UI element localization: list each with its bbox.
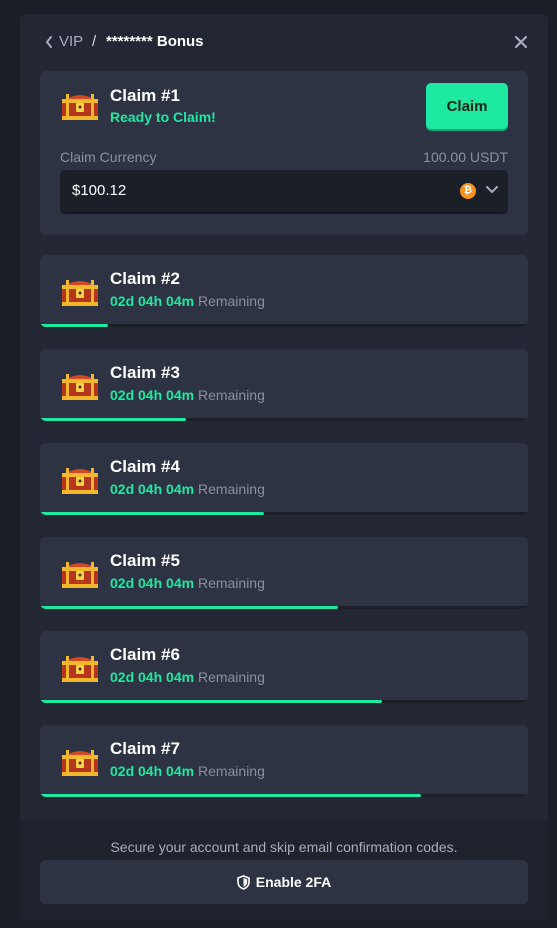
- claim-card: Claim #4 02d 04h 04m Remaining: [40, 443, 528, 515]
- enable-2fa-label: Enable 2FA: [255, 874, 332, 890]
- treasure-chest-icon: [60, 744, 100, 778]
- treasure-chest-icon: [60, 556, 100, 590]
- countdown-time: 02d 04h 04m: [110, 763, 195, 779]
- claim-countdown: 02d 04h 04m Remaining: [110, 669, 265, 685]
- claim-progress-fill: [40, 794, 421, 797]
- claim-title: Claim #1: [110, 86, 180, 105]
- treasure-chest-icon: [60, 88, 100, 122]
- countdown-remaining-label: Remaining: [197, 293, 265, 309]
- claim-title: Claim #2: [110, 269, 180, 288]
- claim-countdown: 02d 04h 04m Remaining: [110, 481, 265, 497]
- claim-progress-fill: [40, 512, 265, 515]
- treasure-chest-icon: [60, 650, 100, 684]
- claim-card: Claim #5 02d 04h 04m Remaining: [40, 537, 528, 609]
- treasure-chest-icon: [60, 274, 100, 308]
- countdown-time: 02d 04h 04m: [110, 575, 195, 591]
- claim-progress-fill: [40, 700, 382, 703]
- claim-currency-label: Claim Currency: [60, 149, 157, 165]
- chevron-left-icon[interactable]: [44, 35, 54, 49]
- claim-progress-track: [40, 418, 528, 421]
- claim-progress-fill: [40, 324, 109, 327]
- claim-progress-track: [40, 512, 528, 515]
- countdown-remaining-label: Remaining: [197, 763, 265, 779]
- claim-countdown: 02d 04h 04m Remaining: [110, 575, 265, 591]
- countdown-time: 02d 04h 04m: [110, 669, 195, 685]
- currency-value: $100.12: [72, 182, 127, 199]
- claim-card: Claim #2 02d 04h 04m Remaining: [40, 255, 528, 327]
- claim-countdown: 02d 04h 04m Remaining: [110, 387, 265, 403]
- claim-progress-fill: [40, 418, 187, 421]
- countdown-remaining-label: Remaining: [197, 669, 265, 685]
- claim-progress-track: [40, 324, 528, 327]
- page-title: ******** Bonus: [106, 33, 204, 50]
- claim-title: Claim #7: [110, 739, 180, 758]
- shield-icon: [236, 875, 250, 890]
- vip-bonus-modal: VIP / ******** Bonus Claim #1 Ready to C…: [20, 14, 548, 920]
- claim-title: Claim #5: [110, 551, 180, 570]
- claim-progress-track: [40, 794, 528, 797]
- countdown-remaining-label: Remaining: [197, 575, 265, 591]
- countdown-time: 02d 04h 04m: [110, 387, 195, 403]
- claim-card: Claim #6 02d 04h 04m Remaining: [40, 631, 528, 703]
- claim-button[interactable]: Claim: [426, 83, 508, 129]
- claim-countdown: 02d 04h 04m Remaining: [110, 763, 265, 779]
- countdown-time: 02d 04h 04m: [110, 481, 195, 497]
- countdown-remaining-label: Remaining: [197, 387, 265, 403]
- twofa-footer: Secure your account and skip email confi…: [20, 819, 548, 920]
- claim-title: Claim #4: [110, 457, 180, 476]
- close-icon[interactable]: [514, 35, 528, 49]
- countdown-time: 02d 04h 04m: [110, 293, 195, 309]
- claim-progress-fill: [40, 606, 338, 609]
- claim-title: Claim #3: [110, 363, 180, 382]
- treasure-chest-icon: [60, 462, 100, 496]
- currency-select[interactable]: $100.12 ₿: [60, 170, 508, 212]
- breadcrumb-vip-link[interactable]: VIP: [59, 33, 83, 50]
- claim-card: Claim #7 02d 04h 04m Remaining: [40, 725, 528, 797]
- twofa-message: Secure your account and skip email confi…: [110, 839, 458, 855]
- treasure-chest-icon: [60, 368, 100, 402]
- claim-status: Ready to Claim!: [110, 109, 216, 125]
- claim-countdown: 02d 04h 04m Remaining: [110, 293, 265, 309]
- claim-progress-track: [40, 700, 528, 703]
- claim-currency-amount: 100.00 USDT: [423, 149, 508, 165]
- claim-progress-track: [40, 606, 528, 609]
- claim-title: Claim #6: [110, 645, 180, 664]
- breadcrumb-separator: /: [92, 33, 97, 50]
- modal-header: VIP / ******** Bonus: [20, 14, 548, 70]
- enable-2fa-button[interactable]: Enable 2FA: [40, 860, 528, 904]
- claim-card: Claim #3 02d 04h 04m Remaining: [40, 349, 528, 421]
- chevron-down-icon: [486, 186, 498, 194]
- claim-card-ready: Claim #1 Ready to Claim! Claim Claim Cur…: [40, 71, 528, 235]
- countdown-remaining-label: Remaining: [197, 481, 265, 497]
- bitcoin-icon: ₿: [460, 183, 476, 199]
